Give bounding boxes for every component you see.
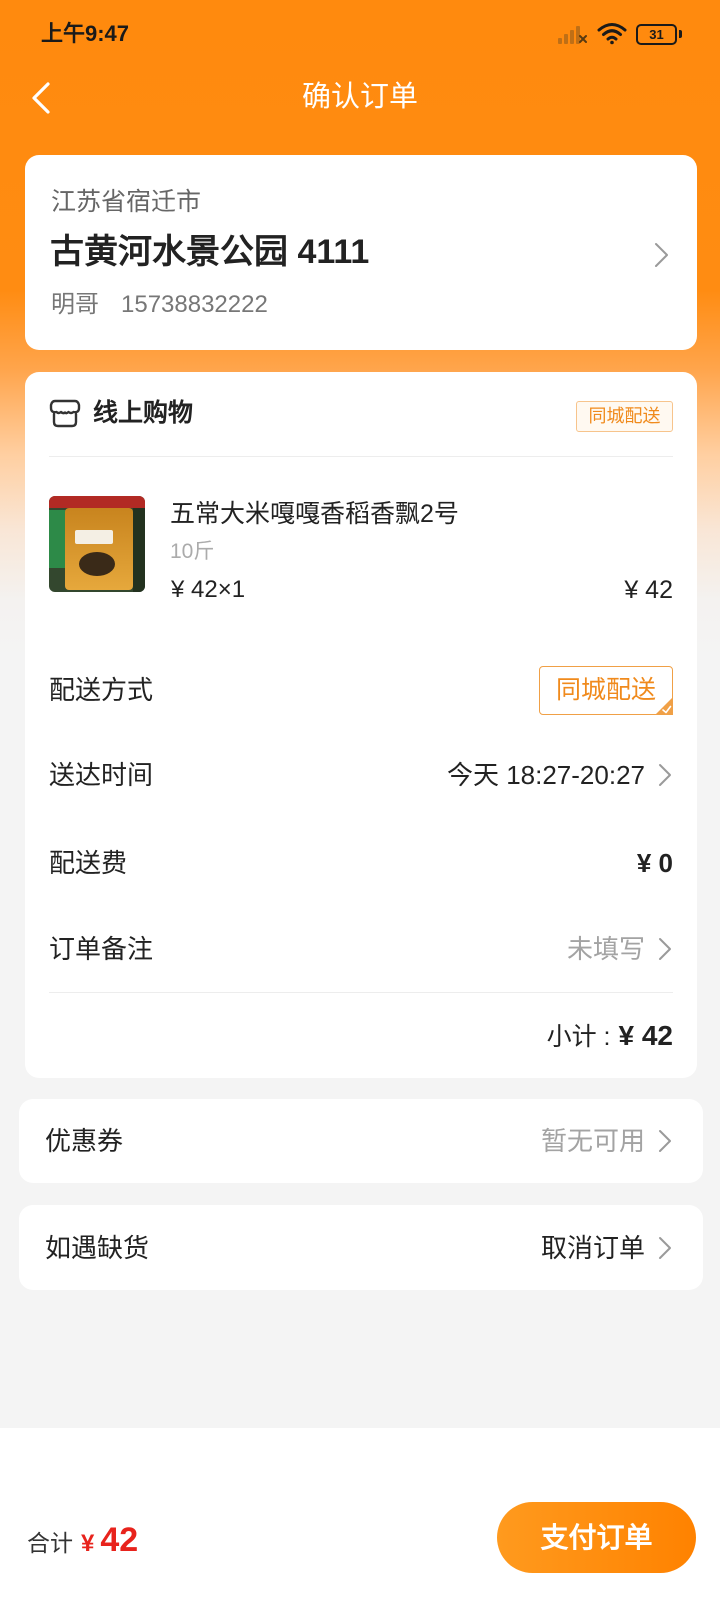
product-image-top-strip: [49, 496, 145, 508]
subtotal-value: ¥ 42: [618, 1020, 674, 1051]
page-title: 确认订单: [301, 81, 418, 113]
contact-name: 明哥: [51, 291, 99, 318]
out-of-stock-card[interactable]: 如遇缺货 取消订单: [19, 1205, 703, 1290]
wifi-icon: [597, 21, 627, 46]
status-time: 上午9:47: [41, 21, 130, 46]
product-image-bag: [65, 508, 133, 590]
order-total: 合计 ¥ 42: [27, 1520, 138, 1560]
divider: [49, 456, 673, 457]
row-label: 配送费: [49, 848, 128, 878]
store-name: 线上购物: [93, 399, 194, 427]
product-item[interactable]: 五常大米嘎嘎香稻香飘2号 10斤 ¥ 42×1 ¥ 42: [25, 482, 697, 606]
order-remark-value: 未填写: [566, 934, 645, 964]
selected-check-icon: [655, 696, 673, 715]
out-of-stock-label: 如遇缺货: [45, 1232, 150, 1263]
battery-icon: 31: [636, 24, 677, 45]
row-label: 送达时间: [49, 760, 154, 790]
page: 上午9:47 31 确认订单 江苏省宿迁市 古黄河水景公园 4111 明哥 15…: [0, 0, 720, 1600]
divider: [49, 992, 673, 993]
checkout-bar: 合计 ¥ 42 支付订单: [0, 1428, 720, 1600]
row-label: 订单备注: [49, 934, 154, 964]
product-image-label: [75, 530, 113, 544]
chevron-right-icon: [659, 764, 671, 786]
out-of-stock-row: 如遇缺货 取消订单: [19, 1205, 703, 1290]
chevron-right-icon: [659, 938, 671, 960]
coupon-value: 暂无可用: [540, 1126, 645, 1156]
contact-phone: 15738832222: [121, 291, 268, 318]
delivery-tag: 同城配送: [576, 401, 673, 432]
row-delivery-time[interactable]: 送达时间 今天 18:27-20:27: [25, 743, 697, 807]
chevron-right-icon: [659, 1236, 671, 1259]
row-delivery-fee: 配送费 ¥ 0: [25, 831, 697, 895]
total-amount: 42: [100, 1521, 139, 1559]
pay-order-button[interactable]: 支付订单: [497, 1502, 696, 1573]
delivery-method-option[interactable]: 同城配送: [539, 665, 673, 715]
coupon-label: 优惠券: [45, 1126, 124, 1156]
product-image-edge: [133, 508, 145, 592]
battery-level: 31: [649, 27, 664, 42]
address-region: 江苏省宿迁市: [51, 188, 202, 216]
subtotal-label: 小计 :: [546, 1023, 611, 1051]
address-contact: 明哥 15738832222: [51, 289, 268, 321]
chevron-left-icon: [32, 82, 50, 114]
total-currency: ¥: [81, 1530, 95, 1557]
order-card: 线上购物 同城配送 五常大米嘎嘎香稻香飘2号 10斤 ¥ 42×1 ¥ 42 配…: [25, 372, 697, 1078]
delivery-time-value: 今天 18:27-20:27: [446, 760, 645, 790]
row-order-remark[interactable]: 订单备注 未填写: [25, 917, 697, 981]
address-card[interactable]: 江苏省宿迁市 古黄河水景公园 4111 明哥 15738832222: [25, 155, 697, 350]
delivery-fee-value: ¥ 0: [636, 848, 673, 878]
product-image: [49, 496, 145, 592]
battery-tip: [679, 30, 682, 38]
chevron-right-icon: [659, 1130, 671, 1152]
back-button[interactable]: [26, 77, 58, 119]
delivery-method-label: 同城配送: [555, 675, 656, 704]
product-name: 五常大米嘎嘎香稻香飘2号: [170, 500, 459, 528]
coupon-card[interactable]: 优惠券 暂无可用: [19, 1099, 703, 1183]
subtotal: 小计 : ¥ 42: [547, 1017, 673, 1053]
total-label: 合计: [27, 1530, 73, 1556]
product-line-total: ¥ 42: [624, 576, 673, 604]
coupon-row: 优惠券 暂无可用: [19, 1099, 703, 1183]
out-of-stock-value: 取消订单: [540, 1232, 645, 1263]
product-price-quantity: ¥ 42×1: [171, 576, 246, 603]
address-detail: 古黄河水景公园 4111: [50, 233, 370, 271]
chevron-right-icon: [652, 241, 670, 269]
row-delivery-method: 配送方式 同城配送: [25, 658, 697, 722]
product-image-graphic: [79, 552, 115, 576]
signal-icon: [557, 23, 587, 45]
store-icon: [49, 397, 81, 429]
row-label: 配送方式: [49, 675, 154, 705]
product-spec: 10斤: [170, 540, 215, 563]
